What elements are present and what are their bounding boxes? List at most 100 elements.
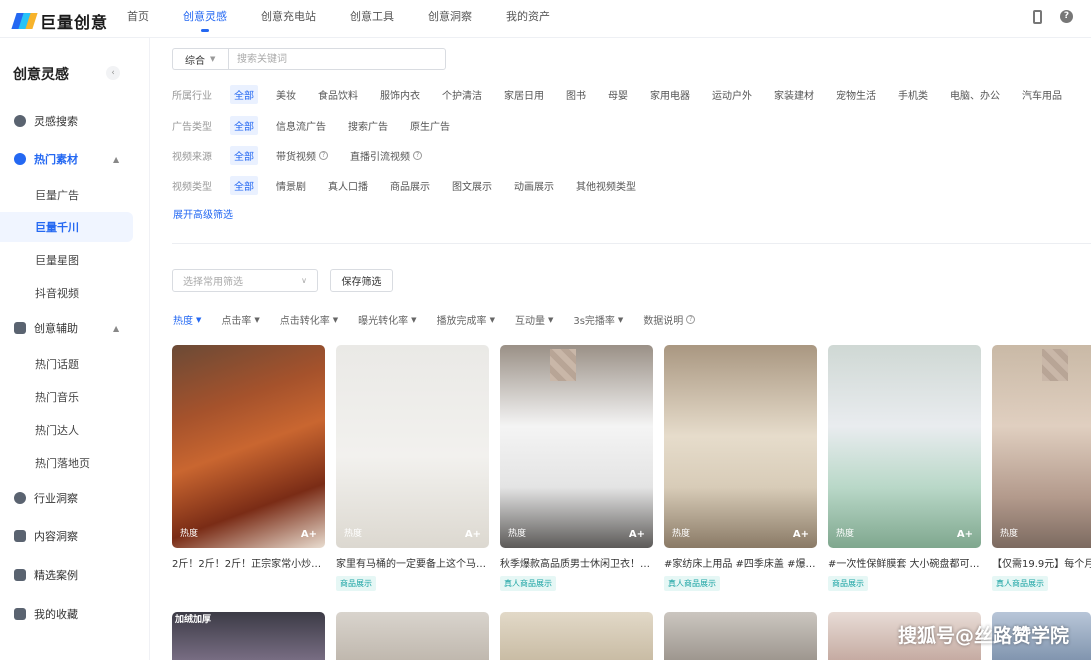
filter-option[interactable]: 全部 (230, 175, 258, 195)
video-thumbnail[interactable]: 热度 A+ (336, 345, 489, 548)
sort-ctr[interactable]: 点击率 ▼ (221, 312, 259, 328)
expand-advanced-filters-link[interactable]: 展开高级筛选 (173, 206, 233, 221)
sort-completion-rate[interactable]: 播放完成率 ▼ (437, 312, 495, 328)
search-input[interactable] (228, 48, 446, 70)
filter-option[interactable]: 美妆 (276, 87, 296, 102)
material-card[interactable]: 热度 A+ 家里有马桶的一定要备上这个马… 商品展示 (336, 345, 489, 591)
filter-option[interactable]: 搜索广告 (348, 118, 388, 133)
card-title[interactable]: 家里有马桶的一定要备上这个马… (336, 555, 489, 570)
filter-option[interactable]: 手机类 (898, 87, 928, 102)
filter-option[interactable]: 电脑、办公 (950, 87, 1000, 102)
fire-icon (14, 153, 26, 165)
card-title[interactable]: #家纺床上用品 #四季床盖 #爆款… (664, 555, 817, 570)
filter-option[interactable]: 全部 (230, 115, 258, 135)
video-thumbnail[interactable] (664, 612, 817, 660)
filter-option[interactable]: 信息流广告 (276, 118, 326, 133)
chevron-down-icon: ▼ (210, 55, 216, 63)
filter-option[interactable]: 全部 (230, 145, 258, 165)
filter-industry: 所属行业 全部 美妆 食品饮料 服饰内衣 个护清洁 家居日用 图书 母婴 家用电… (172, 84, 1062, 104)
help-icon[interactable]: ? (1060, 10, 1073, 23)
filter-option[interactable]: 运动户外 (712, 87, 752, 102)
filter-option[interactable]: 带货视频? (276, 148, 328, 163)
material-card[interactable]: 热度 A+ #一次性保鲜膜套 大小碗盘都可… 商品展示 (828, 345, 981, 591)
material-card[interactable]: 热度 A+ 秋季爆款高品质男士休闲卫衣！… 真人商品展示 (500, 345, 653, 591)
filter-option[interactable]: 图文展示 (452, 178, 492, 193)
filter-option[interactable]: 直播引流视频? (350, 148, 422, 163)
sort-down-icon: ▼ (196, 315, 202, 324)
nav-creative-charging[interactable]: 创意充电站 (250, 0, 327, 38)
sidebar-item-juliang-qianchuan[interactable]: 巨量千川 (0, 212, 133, 242)
filter-option[interactable]: 图书 (566, 87, 586, 102)
phone-icon[interactable] (1033, 10, 1042, 24)
sidebar-item-juliang-ads[interactable]: 巨量广告 (0, 180, 133, 210)
sort-heat[interactable]: 热度 ▼ (173, 312, 202, 328)
data-explanation[interactable]: 数据说明? (643, 312, 696, 327)
nav-creative-inspiration[interactable]: 创意灵感 (172, 0, 238, 38)
main-nav: 首页 创意灵感 创意充电站 创意工具 创意洞察 我的资产 (116, 0, 573, 38)
filter-option[interactable]: 全部 (230, 84, 258, 104)
nav-my-assets[interactable]: 我的资产 (495, 0, 561, 38)
main-content: 综合▼ 所属行业 全部 美妆 食品饮料 服饰内衣 个护清洁 家居日用 图书 母婴… (150, 38, 1091, 660)
video-thumbnail[interactable]: 热度 A+ (664, 345, 817, 548)
sidebar-item-creative-assist[interactable]: 创意辅助 ▲ (0, 313, 133, 343)
filter-option[interactable]: 宠物生活 (836, 87, 876, 102)
preset-filter-select[interactable]: 选择常用筛选 ∨ (172, 269, 318, 292)
card-title[interactable]: 秋季爆款高品质男士休闲卫衣！… (500, 555, 653, 570)
search-scope-select[interactable]: 综合 ▼ (172, 48, 228, 70)
sort-interactions[interactable]: 互动量 ▼ (515, 312, 553, 328)
material-card[interactable]: 热度 【仅需19.9元】每个月 真人商品展示 (992, 345, 1091, 591)
save-filter-button[interactable]: 保存筛选 (330, 269, 393, 292)
sidebar-item-hot-influencers[interactable]: 热门达人 (0, 415, 133, 445)
video-thumbnail[interactable] (336, 612, 489, 660)
sort-click-conversion[interactable]: 点击转化率 ▼ (280, 312, 338, 328)
material-card[interactable]: 热度 A+ 2斤！2斤！2斤！正宗家常小炒… (172, 345, 325, 570)
sidebar-item-hot-topics[interactable]: 热门话题 (0, 349, 133, 379)
card-tag: 真人商品展示 (992, 576, 1048, 591)
sort-3s-completion[interactable]: 3s完播率 ▼ (573, 312, 623, 328)
card-title[interactable]: #一次性保鲜膜套 大小碗盘都可… (828, 555, 981, 570)
sidebar-item-inspiration-search[interactable]: 灵感搜索 (0, 106, 133, 136)
filter-option[interactable]: 家装建材 (774, 87, 814, 102)
filter-option[interactable]: 情景剧 (276, 178, 306, 193)
nav-creative-insight[interactable]: 创意洞察 (417, 0, 483, 38)
sidebar-item-hot-landing-pages[interactable]: 热门落地页 (0, 448, 133, 478)
grade-badge: A+ (792, 529, 809, 540)
filter-option[interactable]: 其他视频类型 (576, 178, 636, 193)
nav-home[interactable]: 首页 (116, 0, 160, 38)
filter-option[interactable]: 动画展示 (514, 178, 554, 193)
filter-option[interactable]: 食品饮料 (318, 87, 358, 102)
filter-option[interactable]: 汽车用品 (1022, 87, 1062, 102)
help-icon: ? (319, 150, 328, 160)
filter-option[interactable]: 原生广告 (410, 118, 450, 133)
sidebar-item-douyin-video[interactable]: 抖音视频 (0, 278, 133, 308)
video-thumbnail[interactable]: 热度 (992, 345, 1091, 548)
card-title[interactable]: 【仅需19.9元】每个月 (992, 555, 1091, 570)
nav-creative-tools[interactable]: 创意工具 (339, 0, 405, 38)
sidebar-item-hot-materials[interactable]: 热门素材 ▲ (0, 144, 133, 174)
filter-option[interactable]: 服饰内衣 (380, 87, 420, 102)
sidebar-item-hot-music[interactable]: 热门音乐 (0, 382, 133, 412)
filter-option[interactable]: 个护清洁 (442, 87, 482, 102)
card-title[interactable]: 2斤！2斤！2斤！正宗家常小炒… (172, 555, 325, 570)
filter-option[interactable]: 母婴 (608, 87, 628, 102)
filter-option[interactable]: 家用电器 (650, 87, 690, 102)
material-card[interactable]: 热度 A+ #家纺床上用品 #四季床盖 #爆款… 真人商品展示 (664, 345, 817, 591)
grade-badge: A+ (956, 529, 973, 540)
filter-option[interactable]: 家居日用 (504, 87, 544, 102)
video-thumbnail[interactable]: 热度 A+ (500, 345, 653, 548)
sidebar-item-featured-cases[interactable]: 精选案例 (0, 560, 133, 590)
collapse-sidebar-button[interactable]: ‹ (106, 66, 120, 80)
video-thumbnail[interactable]: 热度 A+ (172, 345, 325, 548)
sidebar-item-industry-insight[interactable]: 行业洞察 (0, 483, 133, 513)
filter-option[interactable]: 商品展示 (390, 178, 430, 193)
video-thumbnail[interactable]: 热度 A+ (828, 345, 981, 548)
sidebar-item-my-favorites[interactable]: 我的收藏 (0, 599, 133, 629)
video-thumbnail[interactable] (500, 612, 653, 660)
brand-logo[interactable]: 巨量创意 (11, 9, 108, 33)
top-navbar: 巨量创意 首页 创意灵感 创意充电站 创意工具 创意洞察 我的资产 ? (0, 0, 1091, 38)
video-thumbnail[interactable]: 加绒加厚 (172, 612, 325, 660)
sidebar-item-content-insight[interactable]: 内容洞察 (0, 521, 133, 551)
sidebar-item-juliang-xingtu[interactable]: 巨量星图 (0, 245, 133, 275)
sort-exposure-conversion[interactable]: 曝光转化率 ▼ (358, 312, 416, 328)
filter-option[interactable]: 真人口播 (328, 178, 368, 193)
